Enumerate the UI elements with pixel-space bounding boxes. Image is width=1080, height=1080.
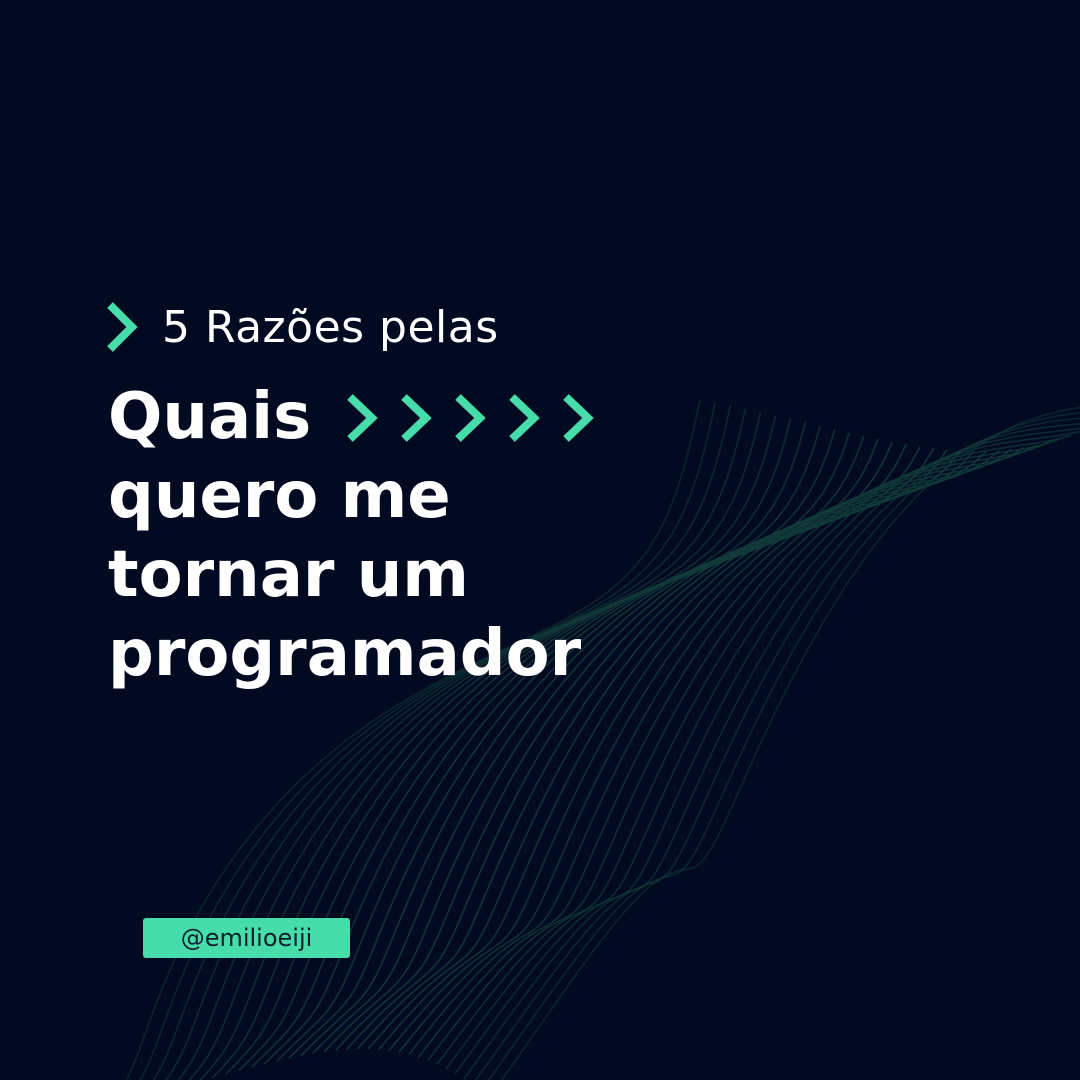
headline-line-2: quero me (108, 459, 451, 533)
chevron-right-icon (107, 302, 138, 352)
post-canvas: 5 Razões pelas Quais quero me tornar um … (0, 0, 1080, 1080)
eyebrow-text: 5 Razões pelas (162, 301, 499, 353)
chevron-right-icon (401, 393, 432, 442)
handle-text: @emilioeiji (180, 924, 313, 952)
handle-badge: @emilioeiji (143, 918, 350, 958)
headline-line-1: Quais (108, 378, 613, 457)
headline-line-3: tornar um (108, 538, 469, 612)
headline: Quais quero me tornar um programador (108, 378, 613, 694)
headline-word-quais: Quais (108, 380, 312, 454)
chevron-right-icon (455, 393, 486, 442)
chevron-right-icon (563, 393, 594, 442)
chevron-right-icon (347, 393, 378, 442)
chevron-right-icon (509, 393, 540, 442)
eyebrow: 5 Razões pelas (104, 296, 499, 358)
headline-line-4: programador (108, 617, 582, 691)
chevron-row (343, 392, 613, 444)
